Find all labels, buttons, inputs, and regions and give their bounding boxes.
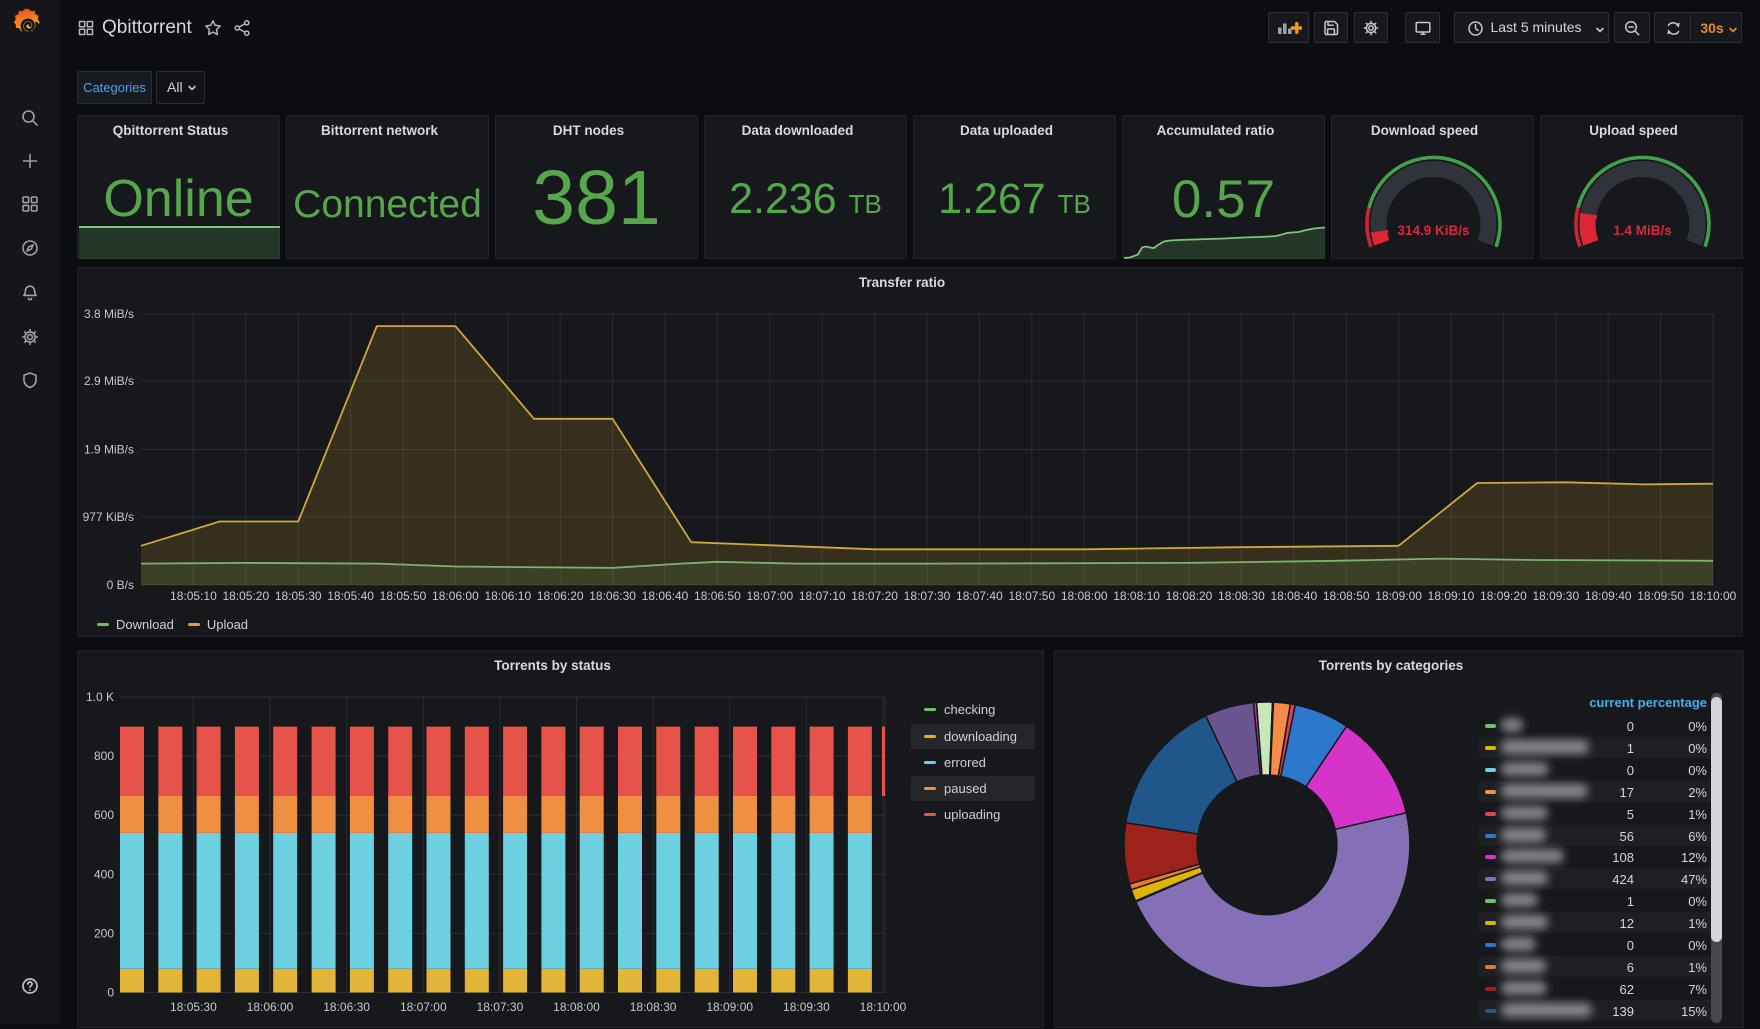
svg-text:1.0 K: 1.0 K [86, 690, 114, 704]
svg-text:18:07:50: 18:07:50 [1008, 589, 1055, 603]
svg-text:18:06:40: 18:06:40 [642, 589, 689, 603]
svg-text:18:10:00: 18:10:00 [1690, 589, 1737, 603]
svg-text:18:08:30: 18:08:30 [630, 1000, 677, 1014]
svg-text:18:08:20: 18:08:20 [1166, 589, 1213, 603]
svg-text:200: 200 [94, 926, 114, 940]
svg-text:18:09:10: 18:09:10 [1428, 589, 1475, 603]
svg-text:18:09:50: 18:09:50 [1637, 589, 1684, 603]
svg-text:0: 0 [107, 986, 114, 1000]
svg-text:18:07:20: 18:07:20 [851, 589, 898, 603]
svg-text:977 KiB/s: 977 KiB/s [83, 510, 134, 524]
svg-text:800: 800 [94, 749, 114, 763]
svg-text:400: 400 [94, 867, 114, 881]
svg-text:18:10:00: 18:10:00 [860, 1000, 907, 1014]
svg-text:18:08:10: 18:08:10 [1113, 589, 1160, 603]
svg-text:18:07:00: 18:07:00 [400, 1000, 447, 1014]
svg-text:18:08:00: 18:08:00 [1061, 589, 1108, 603]
svg-text:18:09:00: 18:09:00 [1375, 589, 1422, 603]
svg-text:18:08:40: 18:08:40 [1270, 589, 1317, 603]
svg-text:18:09:40: 18:09:40 [1585, 589, 1632, 603]
svg-text:600: 600 [94, 808, 114, 822]
svg-text:18:05:30: 18:05:30 [170, 1000, 217, 1014]
svg-text:18:08:00: 18:08:00 [553, 1000, 600, 1014]
svg-text:18:07:00: 18:07:00 [746, 589, 793, 603]
svg-text:18:08:30: 18:08:30 [1218, 589, 1265, 603]
svg-text:18:06:00: 18:06:00 [247, 1000, 294, 1014]
svg-text:18:06:30: 18:06:30 [323, 1000, 370, 1014]
svg-text:18:06:20: 18:06:20 [537, 589, 584, 603]
svg-text:18:07:40: 18:07:40 [956, 589, 1003, 603]
svg-text:18:06:10: 18:06:10 [484, 589, 531, 603]
svg-text:18:05:40: 18:05:40 [327, 589, 374, 603]
svg-text:18:07:10: 18:07:10 [799, 589, 846, 603]
svg-text:18:05:20: 18:05:20 [222, 589, 269, 603]
svg-text:18:06:50: 18:06:50 [694, 589, 741, 603]
svg-text:1.9 MiB/s: 1.9 MiB/s [84, 443, 134, 457]
svg-text:18:09:00: 18:09:00 [706, 1000, 753, 1014]
svg-text:18:09:30: 18:09:30 [1532, 589, 1579, 603]
svg-text:2.9 MiB/s: 2.9 MiB/s [84, 374, 134, 388]
svg-text:18:09:30: 18:09:30 [783, 1000, 830, 1014]
svg-text:18:07:30: 18:07:30 [904, 589, 951, 603]
svg-text:18:09:20: 18:09:20 [1480, 589, 1527, 603]
svg-text:18:05:50: 18:05:50 [380, 589, 427, 603]
svg-text:3.8 MiB/s: 3.8 MiB/s [84, 307, 134, 321]
svg-text:18:05:10: 18:05:10 [170, 589, 217, 603]
svg-text:314.9 KiB/s: 314.9 KiB/s [1397, 223, 1469, 238]
svg-text:18:07:30: 18:07:30 [477, 1000, 524, 1014]
svg-text:18:05:30: 18:05:30 [275, 589, 322, 603]
svg-text:0 B/s: 0 B/s [107, 578, 134, 592]
svg-text:18:06:00: 18:06:00 [432, 589, 479, 603]
svg-text:18:08:50: 18:08:50 [1323, 589, 1370, 603]
svg-text:1.4 MiB/s: 1.4 MiB/s [1613, 223, 1672, 238]
svg-text:18:06:30: 18:06:30 [589, 589, 636, 603]
